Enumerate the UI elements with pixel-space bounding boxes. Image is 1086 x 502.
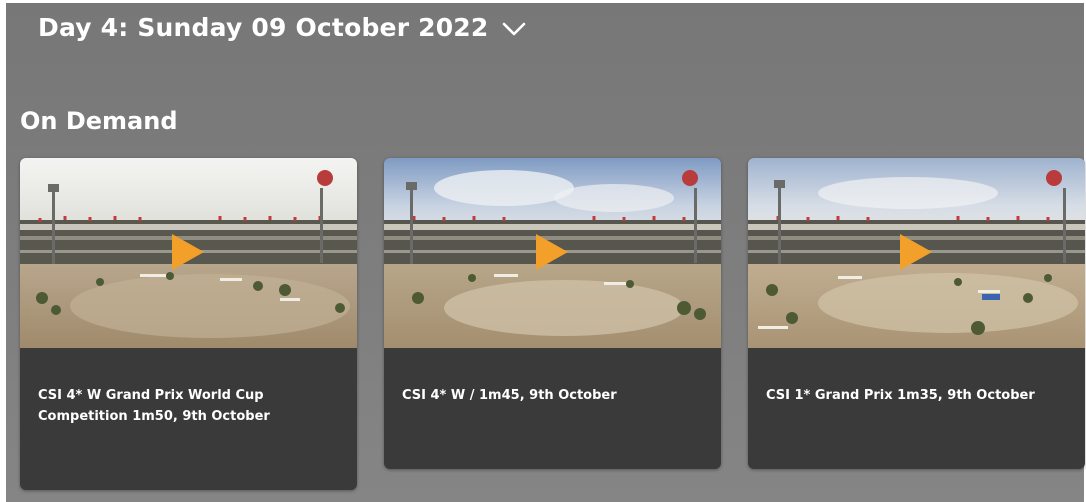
video-card[interactable]: CSI 4* W Grand Prix World Cup Competitio… (20, 158, 357, 490)
section-title: On Demand (20, 107, 178, 135)
day-selector[interactable]: Day 4: Sunday 09 October 2022 (38, 13, 527, 42)
video-title: CSI 1* Grand Prix 1m35, 9th October (766, 388, 1035, 403)
video-title: CSI 4* W Grand Prix World Cup Competitio… (38, 388, 270, 424)
video-title: CSI 4* W / 1m45, 9th October (402, 388, 617, 403)
page: Day 4: Sunday 09 October 2022 On Demand (0, 0, 1086, 502)
day-title: Day 4: Sunday 09 October 2022 (38, 13, 489, 42)
video-thumbnail[interactable] (748, 158, 1085, 348)
chevron-down-icon[interactable] (501, 18, 527, 40)
video-thumbnail[interactable] (384, 158, 721, 348)
video-thumbnail[interactable] (20, 158, 357, 348)
video-card[interactable]: CSI 1* Grand Prix 1m35, 9th October (748, 158, 1085, 469)
video-card[interactable]: CSI 4* W / 1m45, 9th October (384, 158, 721, 469)
